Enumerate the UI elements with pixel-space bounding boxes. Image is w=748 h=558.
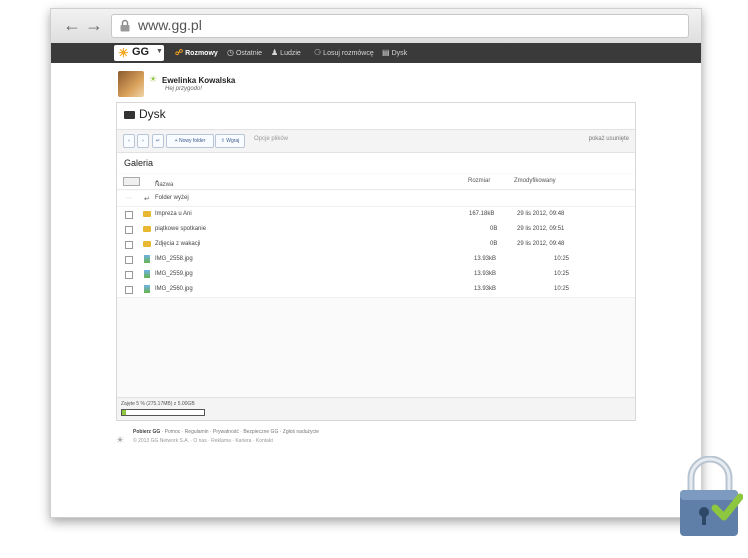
top-navigation: ☀ GG ▼ ☍ Rozmowy ◷ Ostatnie ♟ Ludzie ⚆ Losuj… <box>51 43 701 63</box>
storage-bar-fill <box>122 410 127 415</box>
arrow-left-icon[interactable]: ← <box>63 15 81 35</box>
file-name[interactable]: Impreza u Ani <box>155 211 192 217</box>
table-header: Nazwa ▲ Rozmiar Zmodyfikowany <box>117 174 635 190</box>
file-size: 0B <box>490 241 498 247</box>
show-deleted-link[interactable]: pokaż usunięte <box>589 136 629 142</box>
up-folder-button[interactable]: ↵ <box>152 134 164 148</box>
file-modified: 10:25 <box>554 286 570 292</box>
footer-links[interactable]: Pobierz GG · Pomoc · Regulamin · Prywatn… <box>133 429 319 435</box>
nav-item-ludzie[interactable]: ♟ Ludzie <box>271 48 301 57</box>
row-checkbox[interactable] <box>125 226 133 234</box>
clock-icon: ◷ <box>227 48 234 57</box>
table-row[interactable]: IMG_2559.jpg 13.93kB 10:25 <box>117 267 635 283</box>
nav-item-dysk[interactable]: ▤ Dysk <box>382 48 407 57</box>
column-size[interactable]: Rozmiar <box>468 178 490 184</box>
nav-item-losuj[interactable]: ⚆ Losuj rozmówcę <box>314 48 374 57</box>
file-options-menu[interactable]: Opcje plików <box>254 136 288 142</box>
file-size: 13.93kB <box>474 271 497 277</box>
gg-logo-text: GG <box>132 46 150 58</box>
address-bar[interactable]: www.gg.pl <box>111 14 689 38</box>
file-name[interactable]: IMG_2558.jpg <box>155 256 193 262</box>
arrow-right-icon[interactable]: → <box>85 15 103 35</box>
storage-bar <box>121 409 205 416</box>
file-modified: 29 lis 2012, 09:51 <box>517 226 565 232</box>
row-checkbox[interactable] <box>125 211 133 219</box>
row-checkbox[interactable] <box>125 271 133 279</box>
user-name[interactable]: Ewelinka Kowalska <box>162 76 235 85</box>
row-checkbox[interactable] <box>125 256 133 264</box>
browser-toolbar: ← → www.gg.pl <box>51 9 701 44</box>
file-name[interactable]: IMG_2559.jpg <box>155 271 193 277</box>
chevron-down-icon: ▼ <box>156 48 163 55</box>
gg-sun-icon: ☀ <box>116 435 125 445</box>
file-modified: 29 lis 2012, 09:48 <box>517 211 565 217</box>
file-modified: 10:25 <box>554 256 570 262</box>
nav-item-ostatnie[interactable]: ◷ Ostatnie <box>227 48 262 57</box>
select-all-checkbox[interactable] <box>123 177 140 186</box>
column-name[interactable]: Nazwa ▲ <box>155 178 173 188</box>
url-text: www.gg.pl <box>138 17 202 33</box>
column-modified[interactable]: Zmodyfikowany <box>514 178 556 184</box>
up-folder-link[interactable]: Folder wyżej <box>155 195 189 201</box>
file-size: 167.18kB <box>469 211 495 217</box>
disk-panel: Dysk ‹ › ↵ + Nowy folder ⇧ Wgraj Opcje p… <box>116 102 636 421</box>
file-size: 13.93kB <box>474 286 497 292</box>
file-name[interactable]: Zdjęcia z wakacji <box>155 241 200 247</box>
storage-usage: Zajęte 5 % (275.17MB) z 5.00GB <box>117 397 635 420</box>
back-button[interactable]: ‹ <box>123 134 135 148</box>
table-row-up[interactable]: ⋯ ↵ Folder wyżej <box>117 191 635 207</box>
file-name[interactable]: IMG_2560.jpg <box>155 286 193 292</box>
panel-header: Dysk <box>117 103 635 130</box>
padlock-check-icon <box>680 456 743 536</box>
nav-item-rozmowy[interactable]: ☍ Rozmowy <box>175 48 218 57</box>
padlock-icon <box>120 19 130 32</box>
table-row[interactable]: IMG_2560.jpg 13.93kB 10:25 <box>117 282 635 298</box>
image-file-icon <box>144 255 150 263</box>
dots-icon: ⋯ <box>126 196 132 202</box>
file-size: 13.93kB <box>474 256 497 262</box>
folder-icon <box>143 211 151 217</box>
folder-title: Galeria <box>124 158 154 168</box>
file-toolbar: ‹ › ↵ + Nowy folder ⇧ Wgraj Opcje plików… <box>117 130 635 153</box>
status-sun-icon[interactable]: ☀ <box>149 74 157 85</box>
file-modified: 29 lis 2012, 09:48 <box>517 241 565 247</box>
folder-icon <box>124 111 135 119</box>
row-checkbox[interactable] <box>125 286 133 294</box>
footer-copyright: © 2013 GG Network S.A. · O nas · Reklama… <box>133 438 273 444</box>
page-title: Dysk <box>139 107 166 121</box>
people-icon: ♟ <box>271 48 279 57</box>
user-status-text[interactable]: Hej przygodo! <box>165 86 202 92</box>
table-row[interactable]: Impreza u Ani 167.18kB 29 lis 2012, 09:4… <box>117 207 635 223</box>
image-file-icon <box>144 285 150 293</box>
storage-text: Zajęte 5 % (275.17MB) z 5.00GB <box>121 401 195 407</box>
image-file-icon <box>144 270 150 278</box>
avatar[interactable] <box>118 71 144 97</box>
row-checkbox[interactable] <box>125 241 133 249</box>
folder-up-icon: ↵ <box>144 196 150 203</box>
folder-heading: Galeria <box>117 153 635 173</box>
table-row[interactable]: IMG_2558.jpg 13.93kB 10:25 <box>117 252 635 268</box>
new-folder-button[interactable]: + Nowy folder <box>166 134 214 148</box>
random-chat-icon: ⚆ <box>314 48 322 57</box>
table-row[interactable]: piątkowe spotkanie 0B 29 lis 2012, 09:51 <box>117 222 635 238</box>
browser-window: ← → www.gg.pl ☀ GG ▼ ☍ Rozmowy ◷ Ostatnie … <box>50 8 702 518</box>
file-size: 0B <box>490 226 498 232</box>
table-row[interactable]: Zdjęcia z wakacji 0B 29 lis 2012, 09:48 <box>117 237 635 253</box>
file-name[interactable]: piątkowe spotkanie <box>155 226 206 232</box>
download-gg-link[interactable]: Pobierz GG <box>133 429 160 435</box>
file-modified: 10:25 <box>554 271 570 277</box>
gg-sun-icon: ☀ <box>118 46 129 60</box>
upload-button[interactable]: ⇧ Wgraj <box>215 134 245 148</box>
folder-icon: ▤ <box>382 48 390 57</box>
gg-menu-button[interactable]: ☀ GG ▼ <box>114 45 164 61</box>
forward-button[interactable]: › <box>137 134 149 148</box>
folder-icon <box>143 226 151 232</box>
folder-icon <box>143 241 151 247</box>
chat-icon: ☍ <box>175 48 184 57</box>
